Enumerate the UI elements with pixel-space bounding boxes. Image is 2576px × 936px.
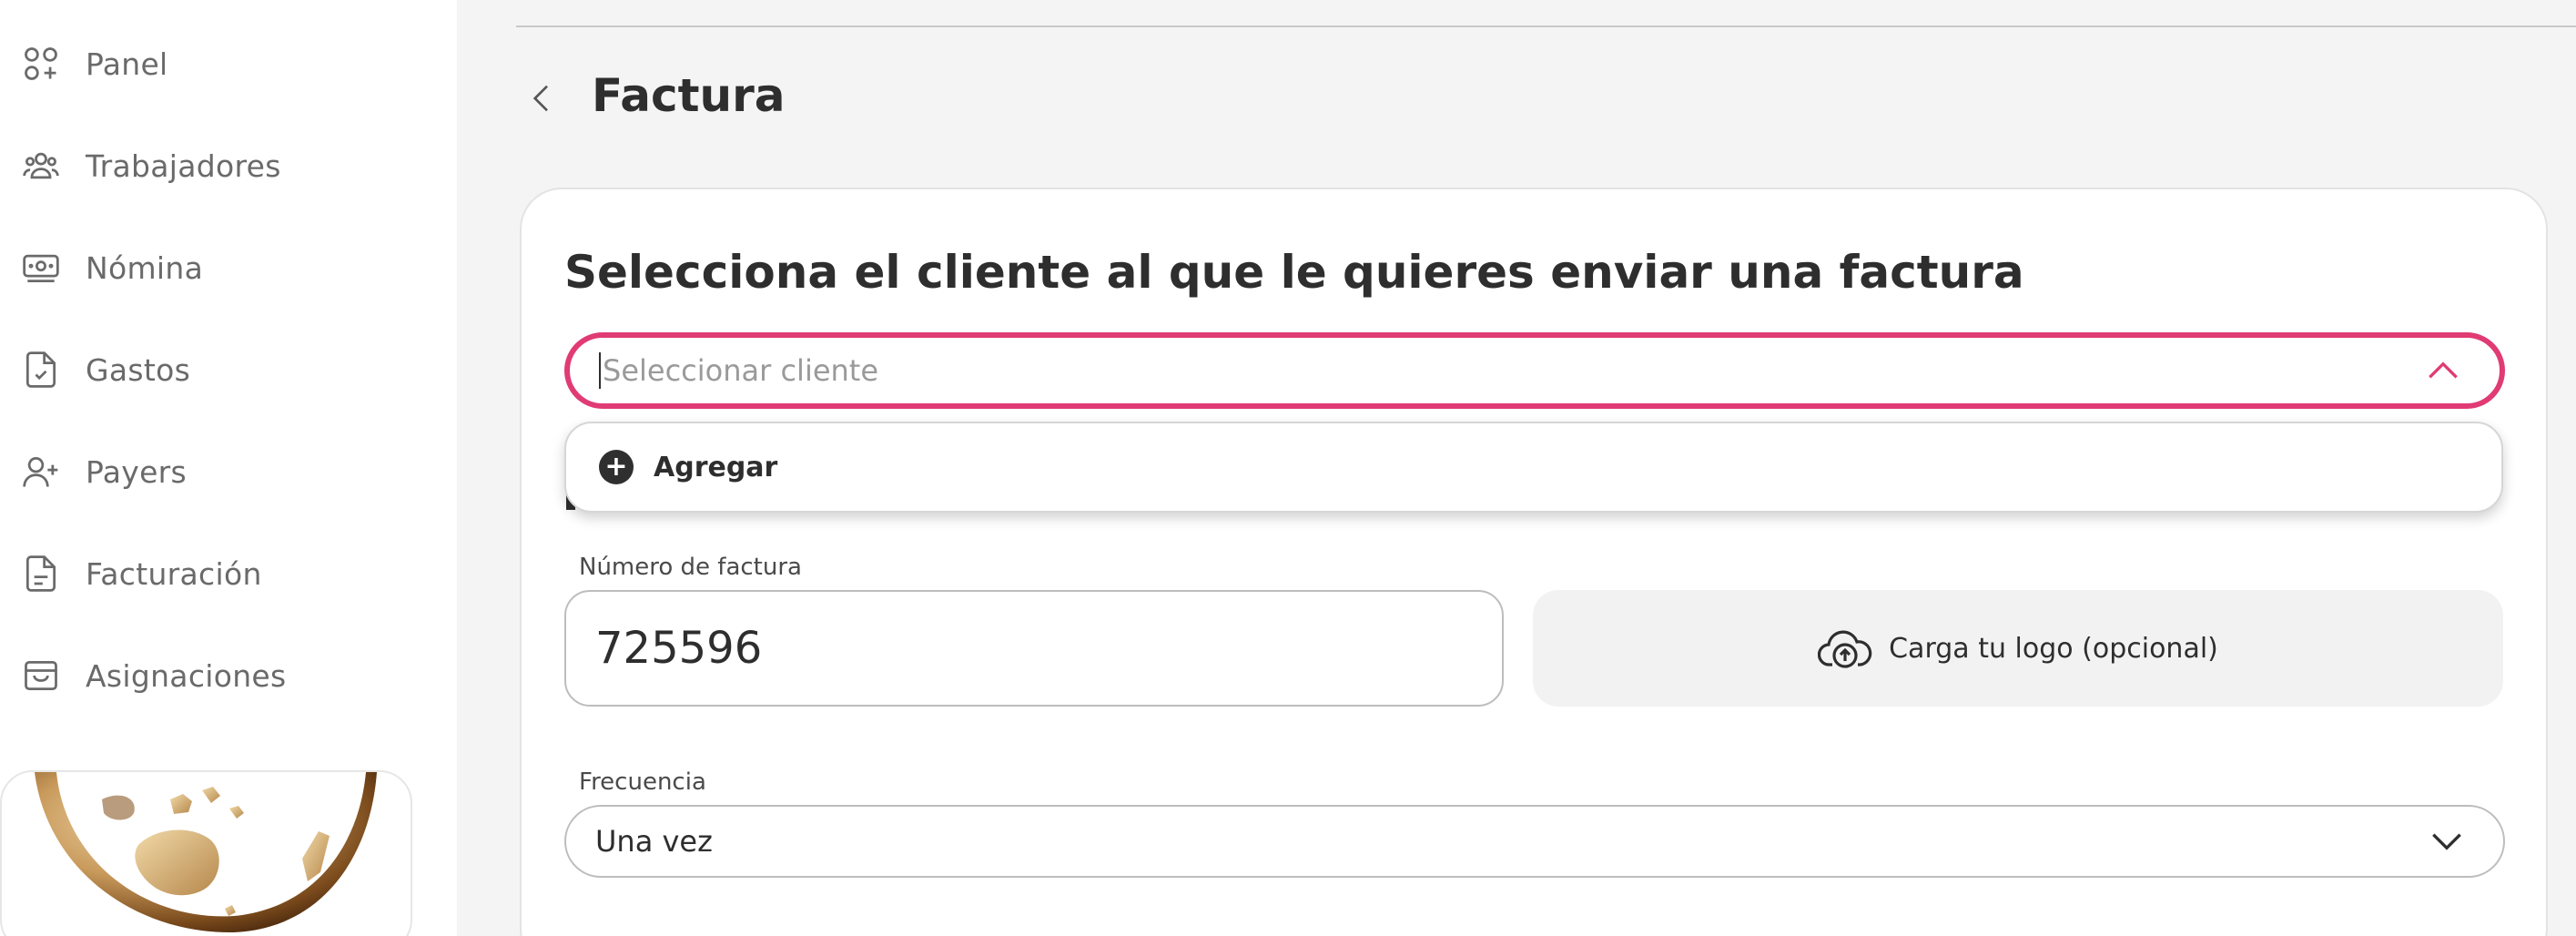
client-select-placeholder: Seleccionar cliente bbox=[603, 353, 879, 388]
file-check-icon bbox=[20, 349, 62, 391]
users-icon bbox=[20, 145, 62, 187]
sidebar-item-label: Gastos bbox=[86, 351, 191, 388]
frequency-label: Frecuencia bbox=[579, 768, 706, 796]
sidebar-item-label: Asignaciones bbox=[86, 657, 287, 694]
sidebar-item-payers[interactable]: Payers bbox=[20, 435, 439, 508]
page-title: Factura bbox=[592, 69, 786, 122]
sidebar-item-asignaciones[interactable]: Asignaciones bbox=[20, 639, 439, 712]
sidebar-item-label: Facturación bbox=[86, 555, 262, 592]
sidebar-item-trabajadores[interactable]: Trabajadores bbox=[20, 129, 439, 202]
file-text-icon bbox=[20, 553, 62, 595]
sidebar: Panel Trabajadores Nómina Gastos Payers … bbox=[0, 0, 457, 936]
plus-circle-icon: + bbox=[599, 450, 634, 484]
logo-upload-label: Carga tu logo (opcional) bbox=[1889, 632, 2218, 665]
archive-icon bbox=[20, 655, 62, 697]
back-button[interactable] bbox=[522, 78, 563, 118]
client-select[interactable]: Seleccionar cliente bbox=[564, 332, 2505, 409]
cloud-upload-icon bbox=[1818, 630, 1872, 668]
sidebar-item-label: Payers bbox=[86, 453, 188, 490]
sidebar-item-gastos[interactable]: Gastos bbox=[20, 333, 439, 406]
sidebar-item-nomina[interactable]: Nómina bbox=[20, 231, 439, 304]
frequency-select[interactable]: Una vez bbox=[564, 805, 2505, 878]
sidebar-item-facturacion[interactable]: Facturación bbox=[20, 537, 439, 610]
logo-upload-button[interactable]: Carga tu logo (opcional) bbox=[1533, 590, 2503, 707]
globe-illustration bbox=[29, 772, 384, 936]
chevron-left-icon bbox=[532, 85, 548, 112]
chevron-down-icon bbox=[2432, 833, 2461, 850]
chevron-up-icon[interactable] bbox=[2423, 351, 2463, 391]
text-caret bbox=[599, 352, 601, 389]
grid-plus-icon bbox=[20, 43, 62, 85]
add-client-option[interactable]: + Agregar bbox=[599, 450, 777, 484]
form-heading: Selecciona el cliente al que le quieres … bbox=[564, 246, 2024, 299]
divider bbox=[516, 25, 2576, 27]
main-content: Factura Selecciona el cliente al que le … bbox=[457, 0, 2576, 936]
add-client-label: Agregar bbox=[654, 451, 778, 483]
sidebar-item-label: Trabajadores bbox=[86, 148, 281, 184]
client-dropdown-menu: + Agregar bbox=[564, 422, 2503, 513]
money-icon bbox=[20, 247, 62, 289]
user-plus-icon bbox=[20, 451, 62, 493]
sidebar-item-label: Panel bbox=[86, 46, 168, 82]
promo-card bbox=[0, 770, 412, 936]
sidebar-item-label: Nómina bbox=[86, 249, 204, 286]
invoice-number-input[interactable]: 725596 bbox=[564, 590, 1504, 707]
frequency-value: Una vez bbox=[595, 824, 713, 859]
sidebar-item-panel[interactable]: Panel bbox=[20, 27, 439, 100]
invoice-number-label: Número de factura bbox=[579, 554, 802, 581]
